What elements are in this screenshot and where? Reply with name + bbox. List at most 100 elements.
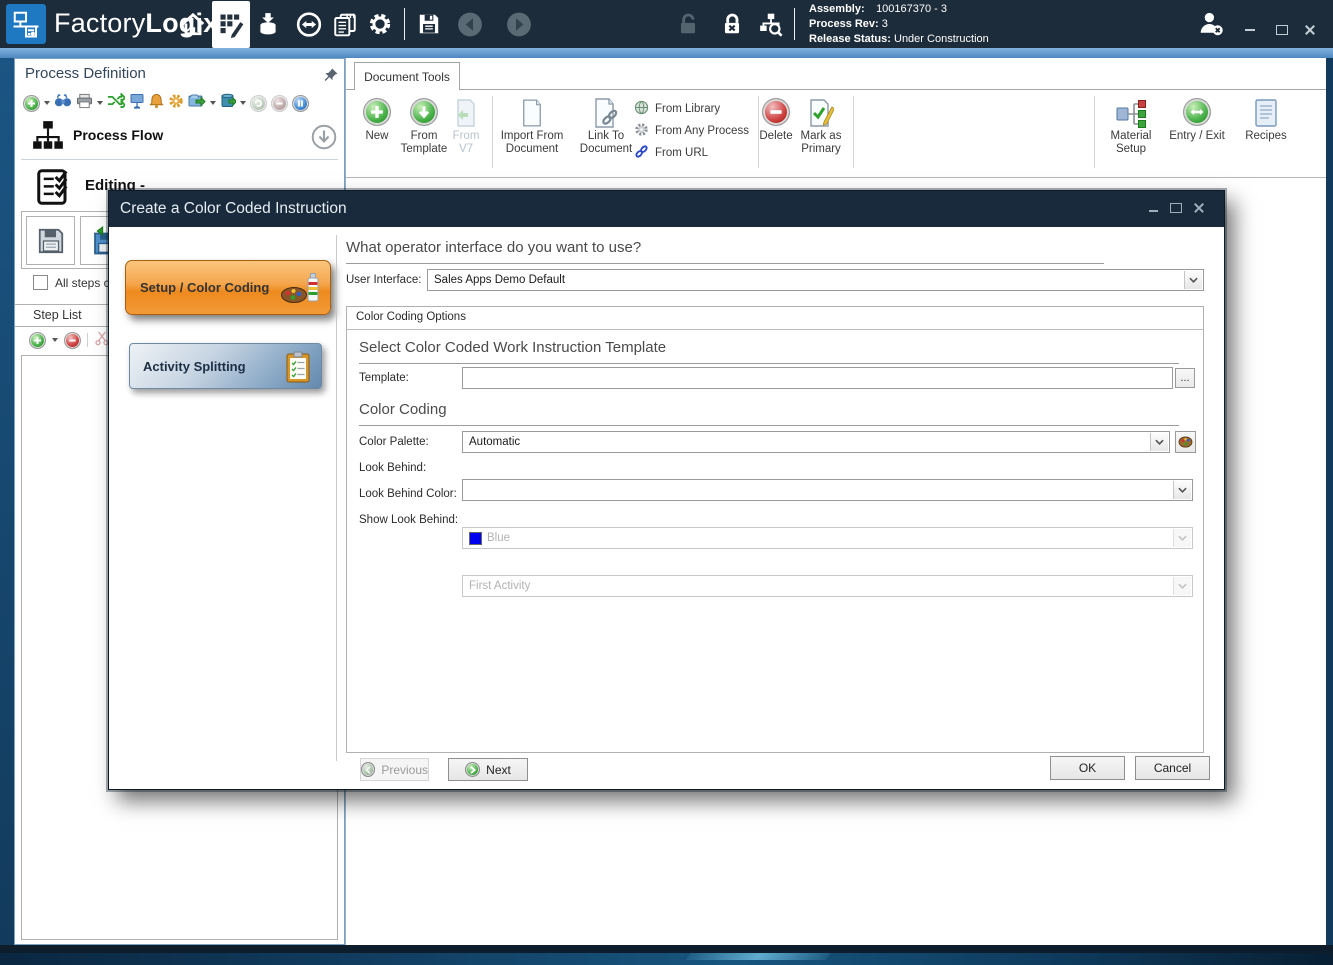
assembly-value: 100167370 - 3 bbox=[876, 3, 947, 15]
chevron-down-icon[interactable] bbox=[1150, 433, 1168, 451]
mark-as-primary-button[interactable]: Mark as Primary bbox=[793, 98, 849, 156]
window-frame-bottom bbox=[0, 945, 1333, 953]
export-folder-icon[interactable] bbox=[188, 93, 206, 113]
process-flow-row[interactable]: Process Flow bbox=[15, 119, 344, 159]
from-template-label: From Template bbox=[396, 130, 452, 156]
new-plus-icon bbox=[363, 98, 391, 126]
color-palette-select[interactable]: Automatic bbox=[462, 431, 1170, 453]
tab-setup-color-coding[interactable]: Setup / Color Coding bbox=[125, 260, 331, 315]
pause-icon[interactable] bbox=[292, 95, 309, 112]
print-dropdown-caret[interactable] bbox=[97, 101, 103, 105]
from-url-button[interactable]: From URL bbox=[634, 144, 708, 162]
remove-step-icon[interactable] bbox=[64, 332, 81, 349]
process-rev-value: 3 bbox=[882, 18, 888, 30]
bucket-icon[interactable] bbox=[220, 93, 236, 113]
panel-title: Process Definition bbox=[25, 65, 146, 82]
browse-ellipsis: ... bbox=[1180, 372, 1189, 384]
add-dropdown-caret[interactable] bbox=[44, 101, 50, 105]
tab-document-tools[interactable]: Document Tools bbox=[354, 62, 460, 91]
logout-user-icon[interactable] bbox=[1198, 10, 1224, 36]
process-flow-label: Process Flow bbox=[73, 127, 163, 143]
material-setup-button[interactable]: Material Setup bbox=[1103, 98, 1159, 156]
material-setup-icon bbox=[1115, 98, 1147, 134]
window-frame-right bbox=[1326, 58, 1333, 948]
settings-gear-icon[interactable] bbox=[367, 11, 393, 37]
ok-button[interactable]: OK bbox=[1050, 756, 1125, 780]
from-library-button[interactable]: From Library bbox=[634, 100, 720, 118]
documents-icon[interactable] bbox=[332, 11, 358, 37]
delete-document-button[interactable]: Delete bbox=[754, 98, 798, 143]
pin-icon[interactable] bbox=[323, 67, 339, 83]
dialog-titlebar[interactable]: Create a Color Coded Instruction bbox=[109, 191, 1224, 227]
from-any-process-button[interactable]: From Any Process bbox=[634, 122, 749, 140]
create-color-coded-instruction-dialog: Create a Color Coded Instruction Setup /… bbox=[108, 190, 1225, 790]
link-to-document-button[interactable]: Link To Document bbox=[575, 98, 637, 156]
import-data-icon[interactable] bbox=[255, 11, 281, 37]
back-icon[interactable] bbox=[457, 11, 483, 37]
entry-exit-button[interactable]: Entry / Exit bbox=[1166, 98, 1228, 143]
process-search-icon[interactable] bbox=[758, 11, 784, 37]
user-interface-select[interactable]: Sales Apps Demo Default bbox=[427, 269, 1204, 291]
home-icon[interactable] bbox=[180, 11, 206, 37]
export-dropdown-caret[interactable] bbox=[210, 101, 216, 105]
new-document-button[interactable]: New bbox=[355, 98, 399, 143]
color-coding-options-group: Color Coding Options Select Color Coded … bbox=[346, 306, 1204, 753]
from-template-button[interactable]: From Template bbox=[396, 98, 452, 156]
add-step-icon[interactable] bbox=[29, 332, 46, 349]
window-frame-left bbox=[0, 58, 14, 948]
look-behind-label: Look Behind: bbox=[359, 462, 426, 474]
next-button[interactable]: Next bbox=[448, 758, 528, 781]
add-step-dropdown-caret[interactable] bbox=[52, 338, 58, 342]
cancel-button[interactable]: Cancel bbox=[1135, 756, 1210, 780]
close-button[interactable] bbox=[1303, 24, 1317, 36]
forward-icon[interactable] bbox=[506, 11, 532, 37]
stop-icon-disabled bbox=[271, 95, 288, 112]
minimize-button[interactable] bbox=[1243, 24, 1257, 36]
assembly-label: Assembly: bbox=[809, 2, 873, 17]
import-from-document-label: Import From Document bbox=[500, 130, 564, 156]
unlock-icon[interactable] bbox=[675, 11, 701, 37]
save-step-button[interactable] bbox=[26, 216, 75, 265]
lock-x-icon[interactable] bbox=[719, 11, 745, 37]
assembly-row: Assembly: 100167370 - 3 bbox=[809, 2, 989, 17]
sync-arrows-icon[interactable] bbox=[296, 11, 322, 37]
dialog-close-icon[interactable] bbox=[1194, 203, 1204, 213]
brand-factory: Factory bbox=[54, 8, 145, 38]
org-chart-icon bbox=[31, 119, 65, 158]
ribbon-tab-row: Document Tools bbox=[346, 58, 1326, 90]
template-input[interactable] bbox=[462, 367, 1173, 389]
shuffle-icon[interactable] bbox=[107, 93, 125, 113]
toolbar-separator bbox=[794, 8, 795, 40]
release-status-row: Release Status: Under Construction bbox=[809, 32, 989, 47]
bell-icon[interactable] bbox=[149, 93, 164, 114]
tab-activity-splitting[interactable]: Activity Splitting bbox=[129, 343, 322, 389]
chevron-down-icon[interactable] bbox=[1173, 481, 1191, 499]
signboard-icon[interactable] bbox=[129, 93, 145, 114]
save-icon[interactable] bbox=[416, 11, 442, 37]
dialog-minimize-icon[interactable] bbox=[1149, 210, 1158, 212]
group-title: Color Coding Options bbox=[356, 311, 466, 323]
gear-gold-icon[interactable] bbox=[168, 93, 184, 114]
palette-picker-button[interactable] bbox=[1175, 431, 1196, 453]
delete-label: Delete bbox=[754, 130, 798, 143]
chevron-down-icon[interactable] bbox=[1184, 271, 1202, 289]
process-rev-row: Process Rev: 3 bbox=[809, 17, 989, 32]
bucket-dropdown-caret[interactable] bbox=[240, 101, 246, 105]
previous-button: Previous bbox=[360, 758, 429, 781]
look-behind-select[interactable] bbox=[462, 479, 1193, 501]
import-from-document-button[interactable]: Import From Document bbox=[500, 98, 564, 156]
maximize-button[interactable] bbox=[1275, 24, 1289, 36]
mark-primary-icon bbox=[808, 98, 834, 132]
process-definition-nav-active[interactable] bbox=[212, 1, 250, 48]
add-icon[interactable] bbox=[23, 95, 40, 112]
print-icon[interactable] bbox=[76, 93, 93, 114]
recipes-button[interactable]: Recipes bbox=[1240, 98, 1292, 143]
show-look-behind-value: First Activity bbox=[469, 580, 530, 592]
expand-down-icon[interactable] bbox=[311, 124, 337, 155]
tab-document-tools-label: Document Tools bbox=[364, 70, 450, 84]
all-steps-checkbox[interactable] bbox=[33, 275, 48, 290]
from-v7-icon bbox=[454, 98, 478, 132]
search-binoculars-icon[interactable] bbox=[54, 93, 72, 113]
dialog-maximize-icon[interactable] bbox=[1170, 203, 1182, 213]
template-browse-button[interactable]: ... bbox=[1175, 368, 1195, 388]
